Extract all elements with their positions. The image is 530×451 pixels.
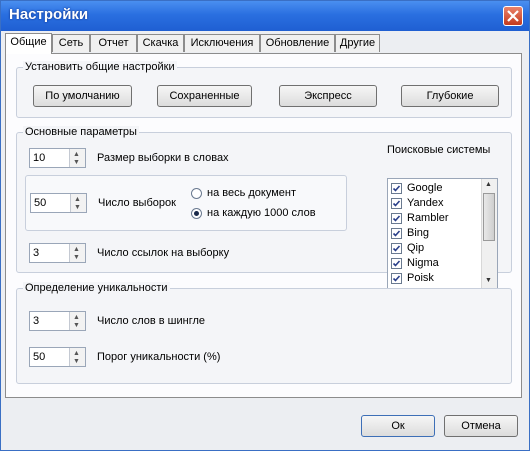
arrow-up-icon: ▲ [73,314,80,321]
engine-label: Poisk [407,272,434,284]
close-button[interactable] [503,6,523,26]
list-scrollbar[interactable]: ▲ ▼ [481,179,497,289]
arrow-down-icon: ▼ [73,322,80,329]
uniqueness-group: Определение уникальности 3 ▲ ▼ Число слов… [16,282,512,384]
checkmark-icon [392,230,401,237]
tab-download[interactable]: Скачка [137,34,184,52]
settings-window: Настройки Общие Сеть Отчет Скачка Исключ… [0,0,530,451]
tab-report[interactable]: Отчет [90,34,137,52]
checkmark-icon [392,275,401,282]
ok-button[interactable]: Ок [361,415,435,437]
engine-label: Yandex [407,197,444,209]
checkmark-icon [392,245,401,252]
checkmark-icon [392,215,401,222]
tab-updates[interactable]: Обновление [260,34,335,52]
tab-general[interactable]: Общие [5,33,52,54]
sample-size-stepper[interactable]: 10 ▲ ▼ [29,148,86,168]
arrow-up-icon: ▲ [73,246,80,253]
arrow-down-icon: ▼ [73,358,80,365]
general-settings-group: Установить общие настройки По умолчанию … [16,61,512,118]
engine-label: Bing [407,227,430,239]
radio-whole-document-label: на весь документ [207,187,297,199]
window-title: Настройки [9,6,89,23]
checkbox-poisk[interactable] [391,273,402,284]
checkbox-rambler[interactable] [391,213,402,224]
arrow-up-icon: ▲ [73,151,80,158]
sample-count-subgroup: 50 ▲ ▼ Число выборок на весь документ на … [25,175,347,231]
arrow-down-icon: ▼ [74,204,81,211]
sample-count-label: Число выборок [98,197,176,209]
stepper-arrows[interactable]: ▲ ▼ [69,149,85,167]
sample-size-label: Размер выборки в словах [97,152,229,164]
stepper-arrows[interactable]: ▲ ▼ [69,312,85,330]
uniqueness-threshold-value: 50 [33,351,46,363]
shingle-words-label: Число слов в шингле [97,315,206,327]
checkmark-icon [392,185,401,192]
checkmark-icon [392,260,401,267]
checkbox-nigma[interactable] [391,258,402,269]
arrow-up-icon: ▲ [73,350,80,357]
cancel-button[interactable]: Отмена [444,415,518,437]
tab-network[interactable]: Сеть [52,34,90,52]
sample-size-value: 10 [33,152,46,164]
links-per-sample-stepper[interactable]: 3 ▲ ▼ [29,243,86,263]
checkbox-bing[interactable] [391,228,402,239]
shingle-words-value: 3 [33,315,40,327]
deep-button[interactable]: Глубокие [401,85,499,107]
search-engines-label: Поисковые системы [387,144,491,156]
links-per-sample-value: 3 [33,247,40,259]
sample-count-value: 50 [34,197,47,209]
stepper-arrows[interactable]: ▲ ▼ [70,194,86,212]
close-icon [507,10,519,22]
arrow-up-icon: ▲ [74,196,81,203]
shingle-words-stepper[interactable]: 3 ▲ ▼ [29,311,86,331]
scrollbar-thumb[interactable] [483,193,495,241]
checkbox-yandex[interactable] [391,198,402,209]
engine-label: Google [407,182,443,194]
checkbox-qip[interactable] [391,243,402,254]
tab-exclusions[interactable]: Исключения [184,34,260,52]
uniqueness-threshold-stepper[interactable]: 50 ▲ ▼ [29,347,86,367]
uniqueness-threshold-label: Порог уникальности (%) [97,351,221,363]
stepper-arrows[interactable]: ▲ ▼ [69,244,85,262]
arrow-down-icon: ▼ [73,254,80,261]
scroll-down-icon[interactable]: ▼ [485,277,492,284]
default-button[interactable]: По умолчанию [33,85,132,107]
radio-per-1000-words-label: на каждую 1000 слов [207,207,316,219]
basic-params-label: Основные параметры [23,126,139,139]
links-per-sample-label: Число ссылок на выборку [97,247,230,259]
title-bar[interactable]: Настройки [1,1,529,31]
engine-label: Rambler [407,212,449,224]
search-engines-list[interactable]: Google Yandex Rambler Bing Qip Nigma Poi… [387,178,498,290]
scroll-up-icon[interactable]: ▲ [485,181,492,188]
radio-per-1000-words[interactable] [191,208,202,219]
checkbox-google[interactable] [391,183,402,194]
engine-label: Nigma [407,257,439,269]
saved-button[interactable]: Сохраненные [157,85,252,107]
checkmark-icon [392,200,401,207]
stepper-arrows[interactable]: ▲ ▼ [69,348,85,366]
arrow-down-icon: ▼ [73,159,80,166]
sample-count-stepper[interactable]: 50 ▲ ▼ [30,193,87,213]
tab-other[interactable]: Другие [335,34,380,52]
tab-panel-general: Установить общие настройки По умолчанию … [5,53,522,398]
engine-label: Qip [407,242,425,254]
radio-whole-document[interactable] [191,188,202,199]
express-button[interactable]: Экспресс [279,85,377,107]
uniqueness-label: Определение уникальности [23,282,170,295]
general-settings-label: Установить общие настройки [23,61,177,74]
